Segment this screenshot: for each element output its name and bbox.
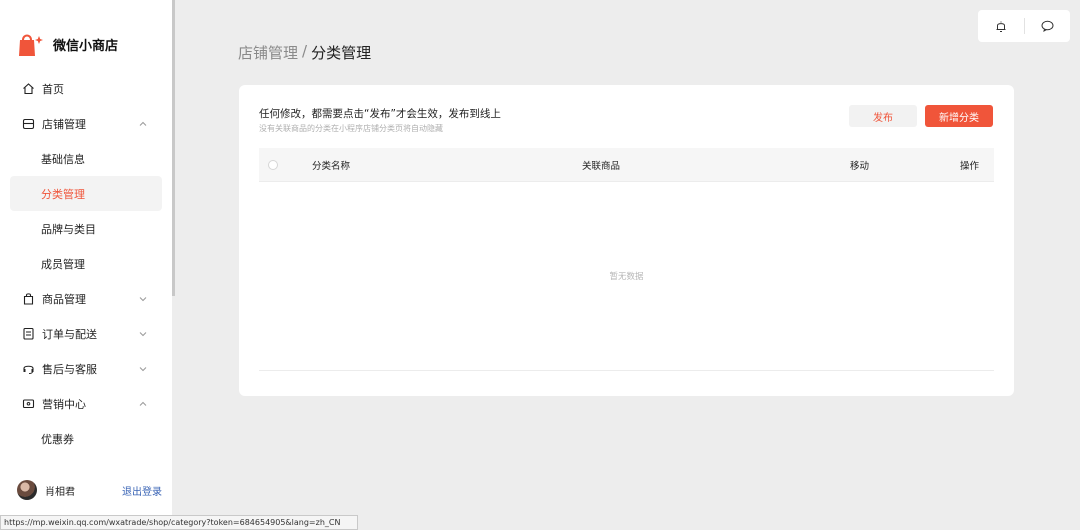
bell-icon [996, 21, 1006, 32]
sidebar-nav: 首页 店铺管理 基础信息 分类管理 品牌与类目 成员管理 商品管理 订单与配送 [0, 71, 172, 456]
sidebar-item-label: 商品管理 [42, 292, 86, 306]
breadcrumb-separator: / [302, 42, 308, 60]
user-name: 肖相君 [45, 486, 75, 498]
user-profile: 肖相君 退出登录 [17, 480, 162, 500]
sidebar-item-label: 营销中心 [42, 397, 86, 411]
sidebar-item-label: 首页 [42, 82, 64, 96]
chevron-down-icon [139, 296, 147, 301]
sidebar-item-label: 订单与配送 [42, 327, 97, 341]
empty-state-text: 暂无数据 [609, 272, 644, 282]
breadcrumb: 店铺管理 / 分类管理 [238, 42, 371, 63]
publish-button[interactable]: 发布 [849, 105, 917, 127]
column-header-category-name: 分类名称 [312, 161, 351, 172]
top-actions [978, 10, 1070, 42]
browser-status-url: https://mp.weixin.qq.com/wxatrade/shop/c… [0, 515, 358, 530]
divider [259, 181, 994, 182]
table-header: 分类名称 关联商品 移动 操作 [259, 148, 994, 181]
avatar[interactable] [17, 480, 37, 500]
chevron-down-icon [139, 366, 147, 371]
select-all-checkbox[interactable] [268, 160, 278, 170]
notice-subtitle: 没有关联商品的分类在小程序店铺分类页将自动隐藏 [259, 124, 443, 133]
shopping-bag-logo-icon [16, 30, 44, 58]
message-button[interactable] [1024, 10, 1070, 42]
notification-button[interactable] [978, 10, 1024, 42]
sidebar: 微信小商店 首页 店铺管理 基础信息 分类管理 品牌与类目 成员管理 商品管理 [0, 0, 172, 530]
coupon-icon [21, 397, 35, 411]
sidebar-item-store[interactable]: 店铺管理 [0, 106, 172, 141]
order-icon [21, 327, 35, 341]
sidebar-subitem-brand[interactable]: 品牌与类目 [0, 211, 172, 246]
sidebar-item-products[interactable]: 商品管理 [0, 281, 172, 316]
column-header-linked-products: 关联商品 [582, 161, 621, 172]
sidebar-subitem-coupon[interactable]: 优惠券 [0, 421, 172, 456]
logout-link[interactable]: 退出登录 [122, 483, 162, 498]
app-logo[interactable]: 微信小商店 [16, 30, 118, 58]
add-category-button[interactable]: 新增分类 [925, 105, 993, 127]
sidebar-scrollbar[interactable] [172, 0, 175, 296]
store-icon [21, 117, 35, 131]
chat-bubble-icon [1041, 20, 1054, 32]
breadcrumb-parent[interactable]: 店铺管理 [238, 42, 298, 63]
headset-icon [21, 362, 35, 376]
chevron-down-icon [139, 331, 147, 336]
sidebar-item-orders[interactable]: 订单与配送 [0, 316, 172, 351]
home-icon [21, 82, 35, 96]
sidebar-item-label: 店铺管理 [42, 117, 86, 131]
sidebar-subitem-basic-info[interactable]: 基础信息 [0, 141, 172, 176]
sidebar-subitem-members[interactable]: 成员管理 [0, 246, 172, 281]
notice-title: 任何修改，都需要点击“发布”才会生效，发布到线上 [259, 108, 501, 120]
divider [259, 370, 994, 371]
column-header-move: 移动 [850, 161, 870, 172]
chevron-up-icon [139, 401, 147, 406]
category-card: 任何修改，都需要点击“发布”才会生效，发布到线上 没有关联商品的分类在小程序店铺… [239, 85, 1014, 396]
chevron-up-icon [139, 121, 147, 126]
sidebar-item-marketing[interactable]: 营销中心 [0, 386, 172, 421]
app-name: 微信小商店 [53, 38, 119, 54]
sidebar-item-service[interactable]: 售后与客服 [0, 351, 172, 386]
column-header-actions: 操作 [960, 161, 980, 172]
sidebar-item-home[interactable]: 首页 [0, 71, 172, 106]
sidebar-subitem-category[interactable]: 分类管理 [10, 176, 162, 211]
sidebar-item-label: 售后与客服 [42, 362, 97, 376]
bag-icon [21, 292, 35, 306]
page-title: 分类管理 [311, 44, 372, 62]
